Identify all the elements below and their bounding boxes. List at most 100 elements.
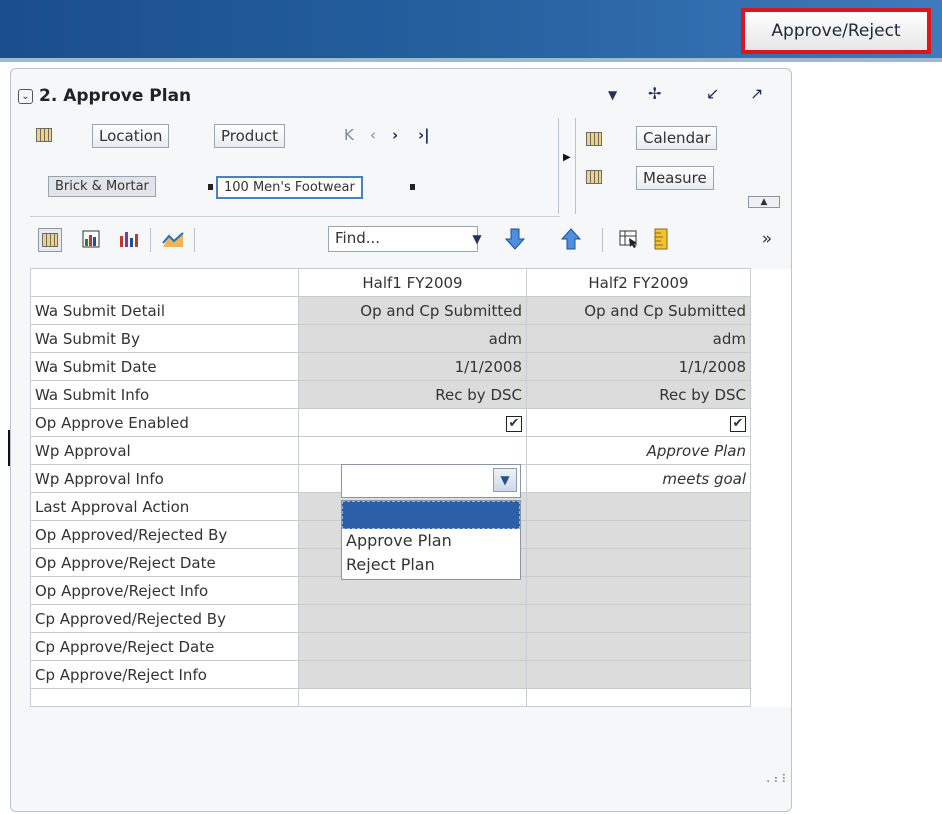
cell[interactable]: Approve Plan <box>526 436 751 465</box>
pivot-divider <box>558 118 559 214</box>
ruler-icon[interactable] <box>650 228 672 250</box>
grid-filler <box>750 492 791 521</box>
grid-filler <box>750 324 791 353</box>
grid-filler <box>750 604 791 633</box>
area-chart-icon[interactable] <box>162 228 184 250</box>
collapse-icon[interactable]: ⌄ <box>18 88 33 104</box>
find-next-icon[interactable] <box>504 228 526 250</box>
select-cells-icon[interactable] <box>618 228 640 250</box>
cell[interactable]: adm <box>526 324 751 353</box>
row-header: Wa Submit Date <box>30 352 299 381</box>
panel-title: 2. Approve Plan <box>39 86 192 106</box>
cell[interactable] <box>526 660 751 689</box>
table-view-icon[interactable] <box>38 228 62 252</box>
checkbox[interactable]: ✔ <box>506 416 522 432</box>
measure-tile[interactable]: Measure <box>636 166 714 190</box>
scroll-up-icon[interactable]: ▲ <box>748 196 780 208</box>
row-header: Op Approved/Rejected By <box>30 520 299 549</box>
resize-grip-icon[interactable]: ⠠⠰⠸ <box>762 772 786 786</box>
row-header: Cp Approved/Rejected By <box>30 604 299 633</box>
cell[interactable]: Rec by DSC <box>298 380 527 409</box>
cell[interactable]: 1/1/2008 <box>526 352 751 381</box>
cell[interactable] <box>298 436 527 465</box>
cell[interactable]: Op and Cp Submitted <box>298 296 527 325</box>
row-header: Wa Submit Info <box>30 380 299 409</box>
cell: ✔ <box>526 408 751 437</box>
tile-separator <box>410 184 415 190</box>
expand-arrow-icon[interactable]: ▶ <box>563 152 571 163</box>
brick-mortar-tile[interactable]: Brick & Mortar <box>48 176 156 197</box>
cell[interactable]: Rec by DSC <box>526 380 751 409</box>
toolbar-divider <box>194 228 195 252</box>
cell[interactable] <box>526 604 751 633</box>
location-tile[interactable]: Location <box>92 124 170 148</box>
panel-header: ⌄ 2. Approve Plan <box>18 82 191 110</box>
wp-approval-options: Approve Plan Reject Plan <box>341 500 521 580</box>
grid-filler <box>750 464 791 493</box>
next-icon[interactable]: › <box>392 126 398 144</box>
find-dropdown-icon[interactable]: ▼ <box>466 228 488 250</box>
cell[interactable] <box>298 576 527 605</box>
find-previous-icon[interactable] <box>560 228 582 250</box>
checkbox[interactable]: ✔ <box>730 416 746 432</box>
prev-icon[interactable]: ‹ <box>370 126 376 144</box>
cell[interactable] <box>526 632 751 661</box>
table-row: Wa Submit Date 1/1/2008 1/1/2008 <box>30 352 791 381</box>
column-header-half2[interactable]: Half2 FY2009 <box>526 268 751 297</box>
column-header-half1[interactable]: Half1 FY2009 <box>298 268 527 297</box>
product-tile[interactable]: Product <box>214 124 285 148</box>
dropdown-option-reject-plan[interactable]: Reject Plan <box>342 553 520 577</box>
grid-filler <box>750 408 791 437</box>
row-header: Op Approve/Reject Info <box>30 576 299 605</box>
grid-filler <box>750 688 791 707</box>
grid-filler <box>750 520 791 549</box>
table-row: Wa Submit Info Rec by DSC Rec by DSC <box>30 380 791 409</box>
cell[interactable] <box>526 520 751 549</box>
cell <box>298 688 527 707</box>
dropdown-option-approve-plan[interactable]: Approve Plan <box>342 529 520 553</box>
banner-strip <box>0 58 942 62</box>
bar-chart-icon[interactable] <box>118 228 140 250</box>
mens-footwear-tile[interactable]: 100 Men's Footwear <box>216 176 363 199</box>
overflow-icon[interactable]: » <box>756 228 778 250</box>
first-icon[interactable]: K <box>344 126 354 144</box>
table-row: Cp Approved/Rejected By <box>30 604 791 633</box>
find-input[interactable]: Find... <box>328 226 478 252</box>
row-header: Wa Submit Detail <box>30 296 299 325</box>
calendar-tile[interactable]: Calendar <box>636 126 718 150</box>
cell[interactable] <box>298 604 527 633</box>
move-icon[interactable]: ✢ <box>648 84 661 103</box>
toolbar: Find... ▼ » <box>30 220 790 260</box>
minimize-icon[interactable]: ↙ <box>706 84 719 103</box>
row-header: Cp Approve/Reject Date <box>30 632 299 661</box>
table-row: Cp Approve/Reject Info <box>30 660 791 689</box>
table-row: Cp Approve/Reject Date <box>30 632 791 661</box>
chevron-down-icon[interactable]: ▼ <box>493 468 517 492</box>
cell[interactable] <box>526 576 751 605</box>
row-header: Last Approval Action <box>30 492 299 521</box>
cell[interactable]: meets goal <box>526 464 751 493</box>
cell[interactable]: Op and Cp Submitted <box>526 296 751 325</box>
table-row: Op Approve Enabled ✔ ✔ <box>30 408 791 437</box>
chart-table-icon[interactable] <box>80 228 102 250</box>
table-row: Wa Submit Detail Op and Cp Submitted Op … <box>30 296 791 325</box>
wp-approval-select[interactable]: ▼ <box>341 464 521 498</box>
cell[interactable] <box>526 492 751 521</box>
cell[interactable] <box>526 548 751 577</box>
toolbar-divider <box>150 228 151 252</box>
grid-filler <box>750 352 791 381</box>
maximize-icon[interactable]: ↗ <box>750 84 763 103</box>
cell <box>526 688 751 707</box>
corner-cell <box>30 268 299 297</box>
row-header: Wp Approval Info <box>30 464 299 493</box>
approve-reject-button[interactable]: Approve/Reject <box>741 8 931 54</box>
cell[interactable]: 1/1/2008 <box>298 352 527 381</box>
grid-filler <box>750 632 791 661</box>
cell[interactable] <box>298 660 527 689</box>
cell[interactable]: adm <box>298 324 527 353</box>
chevron-down-icon[interactable]: ▼ <box>608 88 617 102</box>
last-icon[interactable]: ›| <box>418 126 430 144</box>
dropdown-option-blank[interactable] <box>342 501 520 529</box>
grid-filler <box>750 548 791 577</box>
cell[interactable] <box>298 632 527 661</box>
